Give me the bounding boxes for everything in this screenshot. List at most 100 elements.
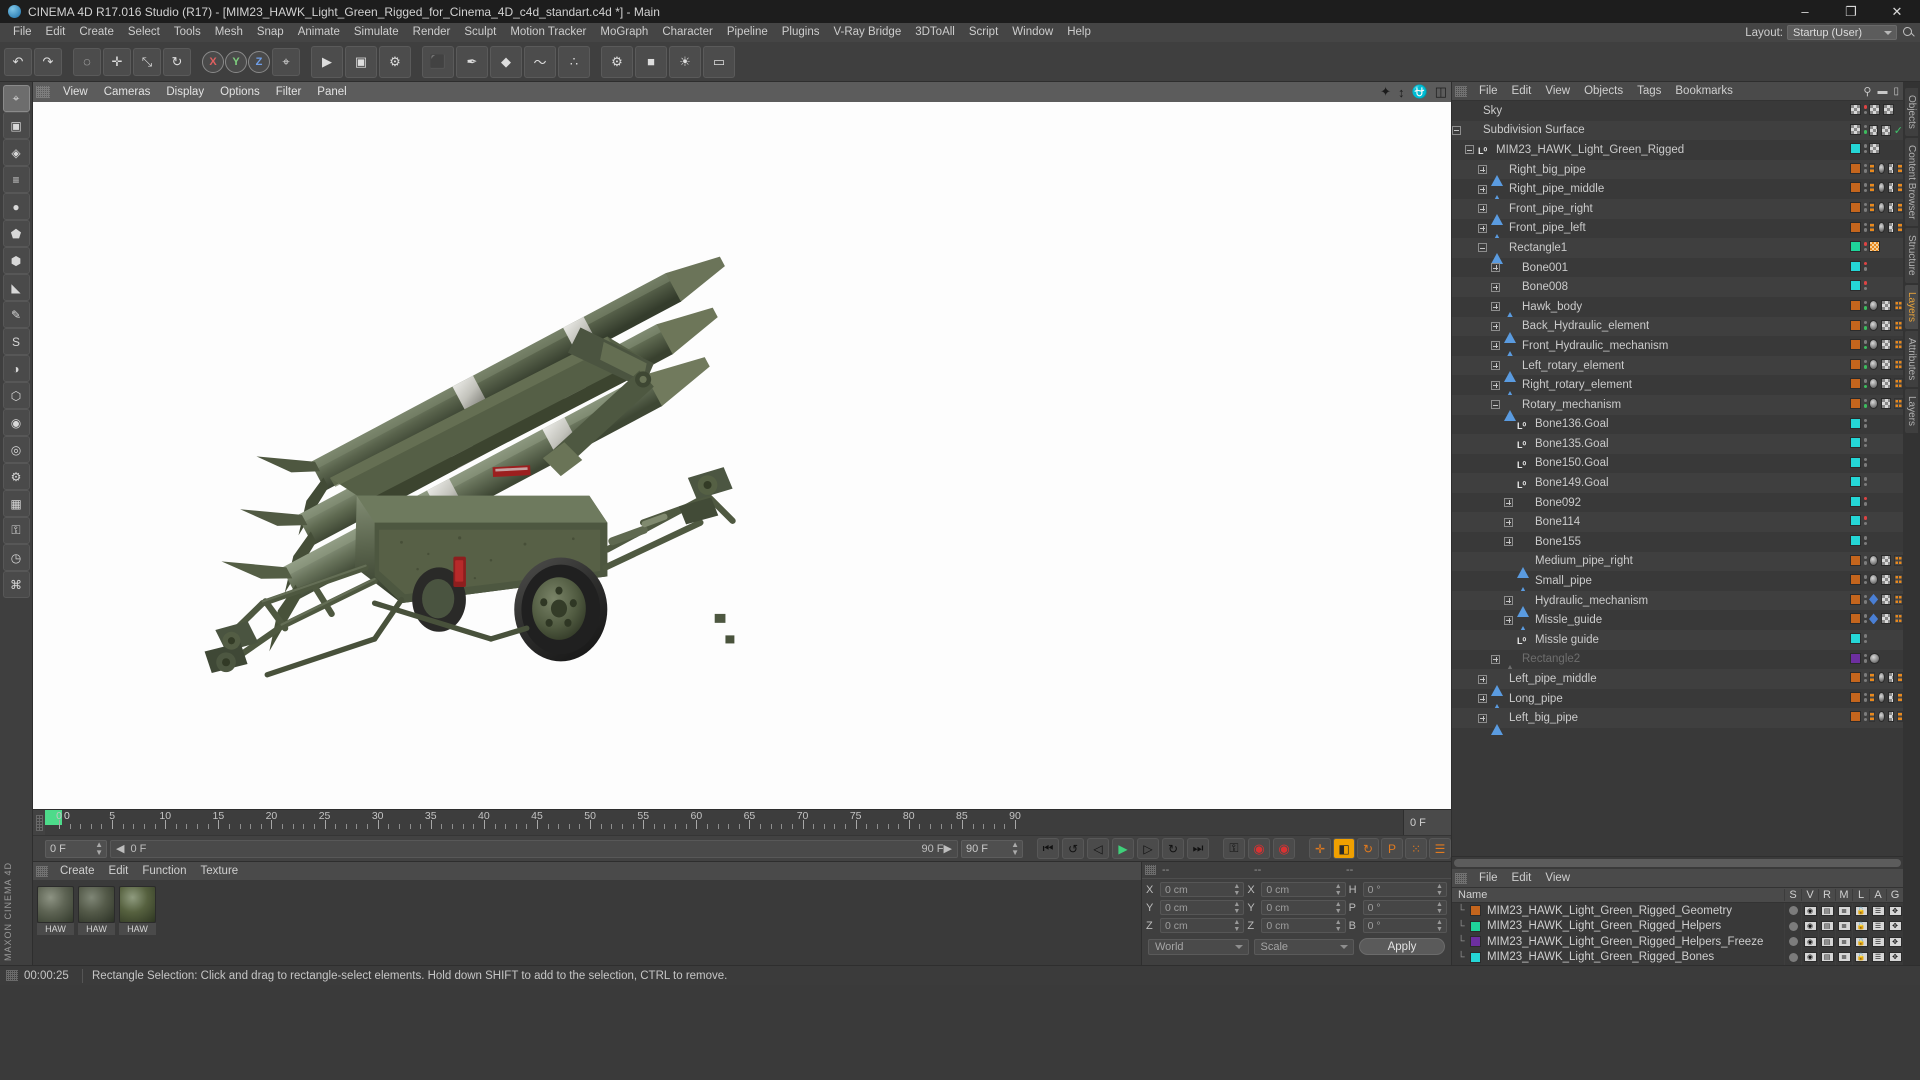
render-visibility-dot[interactable] bbox=[1863, 443, 1867, 448]
editor-visibility-dot[interactable] bbox=[1863, 477, 1867, 481]
key-rotation-button[interactable]: ↻ bbox=[1357, 838, 1379, 859]
enable-axis[interactable]: ⬡ bbox=[2, 382, 30, 409]
layer-lock-toggle[interactable]: 🔓 bbox=[1852, 903, 1869, 919]
expand-icon[interactable] bbox=[1491, 380, 1500, 390]
selection-tag-icon[interactable] bbox=[1869, 691, 1876, 703]
selection-tag-icon[interactable] bbox=[1893, 397, 1903, 409]
phong-tag-icon[interactable] bbox=[1881, 397, 1891, 409]
animation-toggle-icon[interactable]: ☰ bbox=[1871, 952, 1885, 963]
visibility-dots[interactable] bbox=[1863, 124, 1867, 134]
visibility-toggle-icon[interactable]: ◉ bbox=[1803, 921, 1817, 932]
visibility-dots[interactable] bbox=[1863, 516, 1867, 526]
menu-item-sculpt[interactable]: Sculpt bbox=[457, 23, 503, 42]
visibility-toggle-icon[interactable]: ◉ bbox=[1803, 936, 1817, 947]
texture-tag-icon[interactable] bbox=[1869, 554, 1879, 566]
layer-generators-toggle[interactable]: ✥ bbox=[1886, 918, 1903, 934]
phong-tag-icon[interactable] bbox=[1881, 319, 1891, 331]
object-row[interactable]: L⁰ Missle guide bbox=[1452, 630, 1903, 650]
phong-tag-icon[interactable] bbox=[1887, 711, 1894, 723]
editor-visibility-dot[interactable] bbox=[1863, 496, 1867, 501]
expand-icon[interactable]: ▯ bbox=[1893, 86, 1899, 97]
menu-item-script[interactable]: Script bbox=[962, 23, 1005, 42]
snap-settings[interactable]: ⌘ bbox=[2, 571, 30, 598]
apply-button[interactable]: Apply bbox=[1359, 938, 1445, 955]
animation-layout-button[interactable]: ☰ bbox=[1429, 838, 1451, 859]
render-toggle-icon[interactable]: ▤ bbox=[1820, 936, 1834, 947]
texture-tag-icon[interactable] bbox=[1878, 162, 1885, 174]
brush-tool[interactable]: ✎ bbox=[2, 301, 30, 328]
object-menu-objects[interactable]: Objects bbox=[1577, 82, 1630, 101]
timeline-end-frame-field[interactable]: 0 F bbox=[1403, 810, 1451, 835]
phong-tag-icon[interactable] bbox=[1881, 554, 1891, 566]
key-pla-button[interactable]: ⁙ bbox=[1405, 838, 1427, 859]
visibility-dots[interactable] bbox=[1863, 202, 1867, 212]
layer-column-r[interactable]: R bbox=[1818, 889, 1835, 901]
render-visibility-dot[interactable] bbox=[1863, 228, 1867, 232]
coord-field-size-x[interactable]: 0 cm ▲ ▼ bbox=[1261, 882, 1346, 897]
material-menu-texture[interactable]: Texture bbox=[193, 862, 245, 880]
viewport-menu-view[interactable]: View bbox=[55, 82, 96, 102]
phong-tag-icon[interactable] bbox=[1887, 201, 1894, 213]
layer-rows[interactable]: └ MIM23_HAWK_Light_Green_Rigged_Geometry ◉… bbox=[1452, 903, 1903, 965]
visibility-dots[interactable] bbox=[1863, 144, 1867, 154]
menu-item-create[interactable]: Create bbox=[72, 23, 121, 42]
editor-visibility-dot[interactable] bbox=[1863, 281, 1867, 285]
selection-tag-icon[interactable] bbox=[1896, 162, 1903, 174]
visibility-dots[interactable] bbox=[1863, 340, 1867, 350]
layer-lock-toggle[interactable]: 🔒 bbox=[1852, 934, 1869, 950]
editor-visibility-dot[interactable] bbox=[1863, 438, 1867, 442]
render-visibility-dot[interactable] bbox=[1863, 600, 1867, 604]
collapse-icon[interactable] bbox=[1478, 243, 1487, 253]
grid[interactable]: ◷ bbox=[2, 544, 30, 571]
layer-solo-toggle[interactable] bbox=[1784, 934, 1801, 950]
viewport-3d[interactable] bbox=[33, 102, 1451, 809]
move-view-icon[interactable]: ✦ bbox=[1380, 84, 1391, 100]
checker-tag-icon[interactable] bbox=[1849, 123, 1861, 135]
expand-icon[interactable] bbox=[1504, 615, 1513, 625]
layer-generators-toggle[interactable]: ✥ bbox=[1886, 934, 1903, 950]
selection-tag-icon[interactable] bbox=[1893, 358, 1903, 370]
vtab-objects[interactable]: Objects bbox=[1905, 88, 1918, 136]
render-toggle-icon[interactable]: ▤ bbox=[1820, 952, 1834, 963]
scale-button[interactable]: ⤡ bbox=[133, 47, 161, 76]
selection-tag-icon[interactable] bbox=[1893, 574, 1903, 586]
object-row[interactable]: Hawk_body bbox=[1452, 297, 1903, 324]
selection-tag-icon[interactable] bbox=[1893, 593, 1903, 605]
panel-grip-icon[interactable] bbox=[36, 86, 50, 98]
visibility-dots[interactable] bbox=[1863, 261, 1867, 271]
render-visibility-dot[interactable] bbox=[1863, 326, 1867, 330]
layer-generators-toggle[interactable]: ✥ bbox=[1886, 903, 1903, 919]
render-visibility-dot[interactable] bbox=[1863, 541, 1867, 546]
visibility-dots[interactable] bbox=[1863, 653, 1867, 663]
layer-render-toggle[interactable]: ▤ bbox=[1818, 918, 1835, 934]
material-menu-function[interactable]: Function bbox=[135, 862, 193, 880]
visibility-dots[interactable] bbox=[1863, 359, 1867, 369]
editor-visibility-dot[interactable] bbox=[1863, 340, 1867, 344]
render-visibility-dot[interactable] bbox=[1863, 463, 1867, 467]
layer-render-toggle[interactable]: ▤ bbox=[1818, 903, 1835, 919]
object-row[interactable]: Bone114 bbox=[1452, 512, 1903, 533]
layer-animation-toggle[interactable]: ☰ bbox=[1869, 903, 1886, 919]
selection-tag-icon[interactable] bbox=[1896, 711, 1903, 723]
phong-tag-icon[interactable] bbox=[1887, 691, 1894, 703]
texture-tag-icon[interactable] bbox=[1869, 319, 1879, 331]
object-row[interactable]: Right_big_pipe bbox=[1452, 159, 1903, 187]
visibility-dots[interactable] bbox=[1863, 575, 1867, 585]
generators-toggle-icon[interactable]: ✥ bbox=[1888, 905, 1902, 916]
expand-icon[interactable] bbox=[1478, 165, 1487, 175]
viewport-menu-filter[interactable]: Filter bbox=[268, 82, 310, 102]
maximize-button[interactable]: ❐ bbox=[1828, 0, 1874, 23]
snap-tool[interactable]: S bbox=[2, 328, 30, 355]
layer-column-v[interactable]: V bbox=[1801, 889, 1818, 901]
lock[interactable]: ⚿ bbox=[2, 517, 30, 544]
menu-item-motion-tracker[interactable]: Motion Tracker bbox=[503, 23, 593, 42]
editor-visibility-dot[interactable] bbox=[1863, 163, 1867, 168]
manager-toggle-icon[interactable]: ≣ bbox=[1837, 952, 1851, 963]
layer-solo-toggle[interactable] bbox=[1784, 903, 1801, 919]
visibility-dots[interactable] bbox=[1863, 222, 1867, 232]
texture-tag-icon[interactable] bbox=[1869, 299, 1879, 311]
visibility-dots[interactable] bbox=[1863, 555, 1867, 565]
material-hawk-3[interactable]: HAW bbox=[119, 886, 156, 935]
object-menu-bookmarks[interactable]: Bookmarks bbox=[1668, 82, 1740, 101]
coord-field-position-x[interactable]: 0 cm ▲ ▼ bbox=[1160, 882, 1245, 897]
